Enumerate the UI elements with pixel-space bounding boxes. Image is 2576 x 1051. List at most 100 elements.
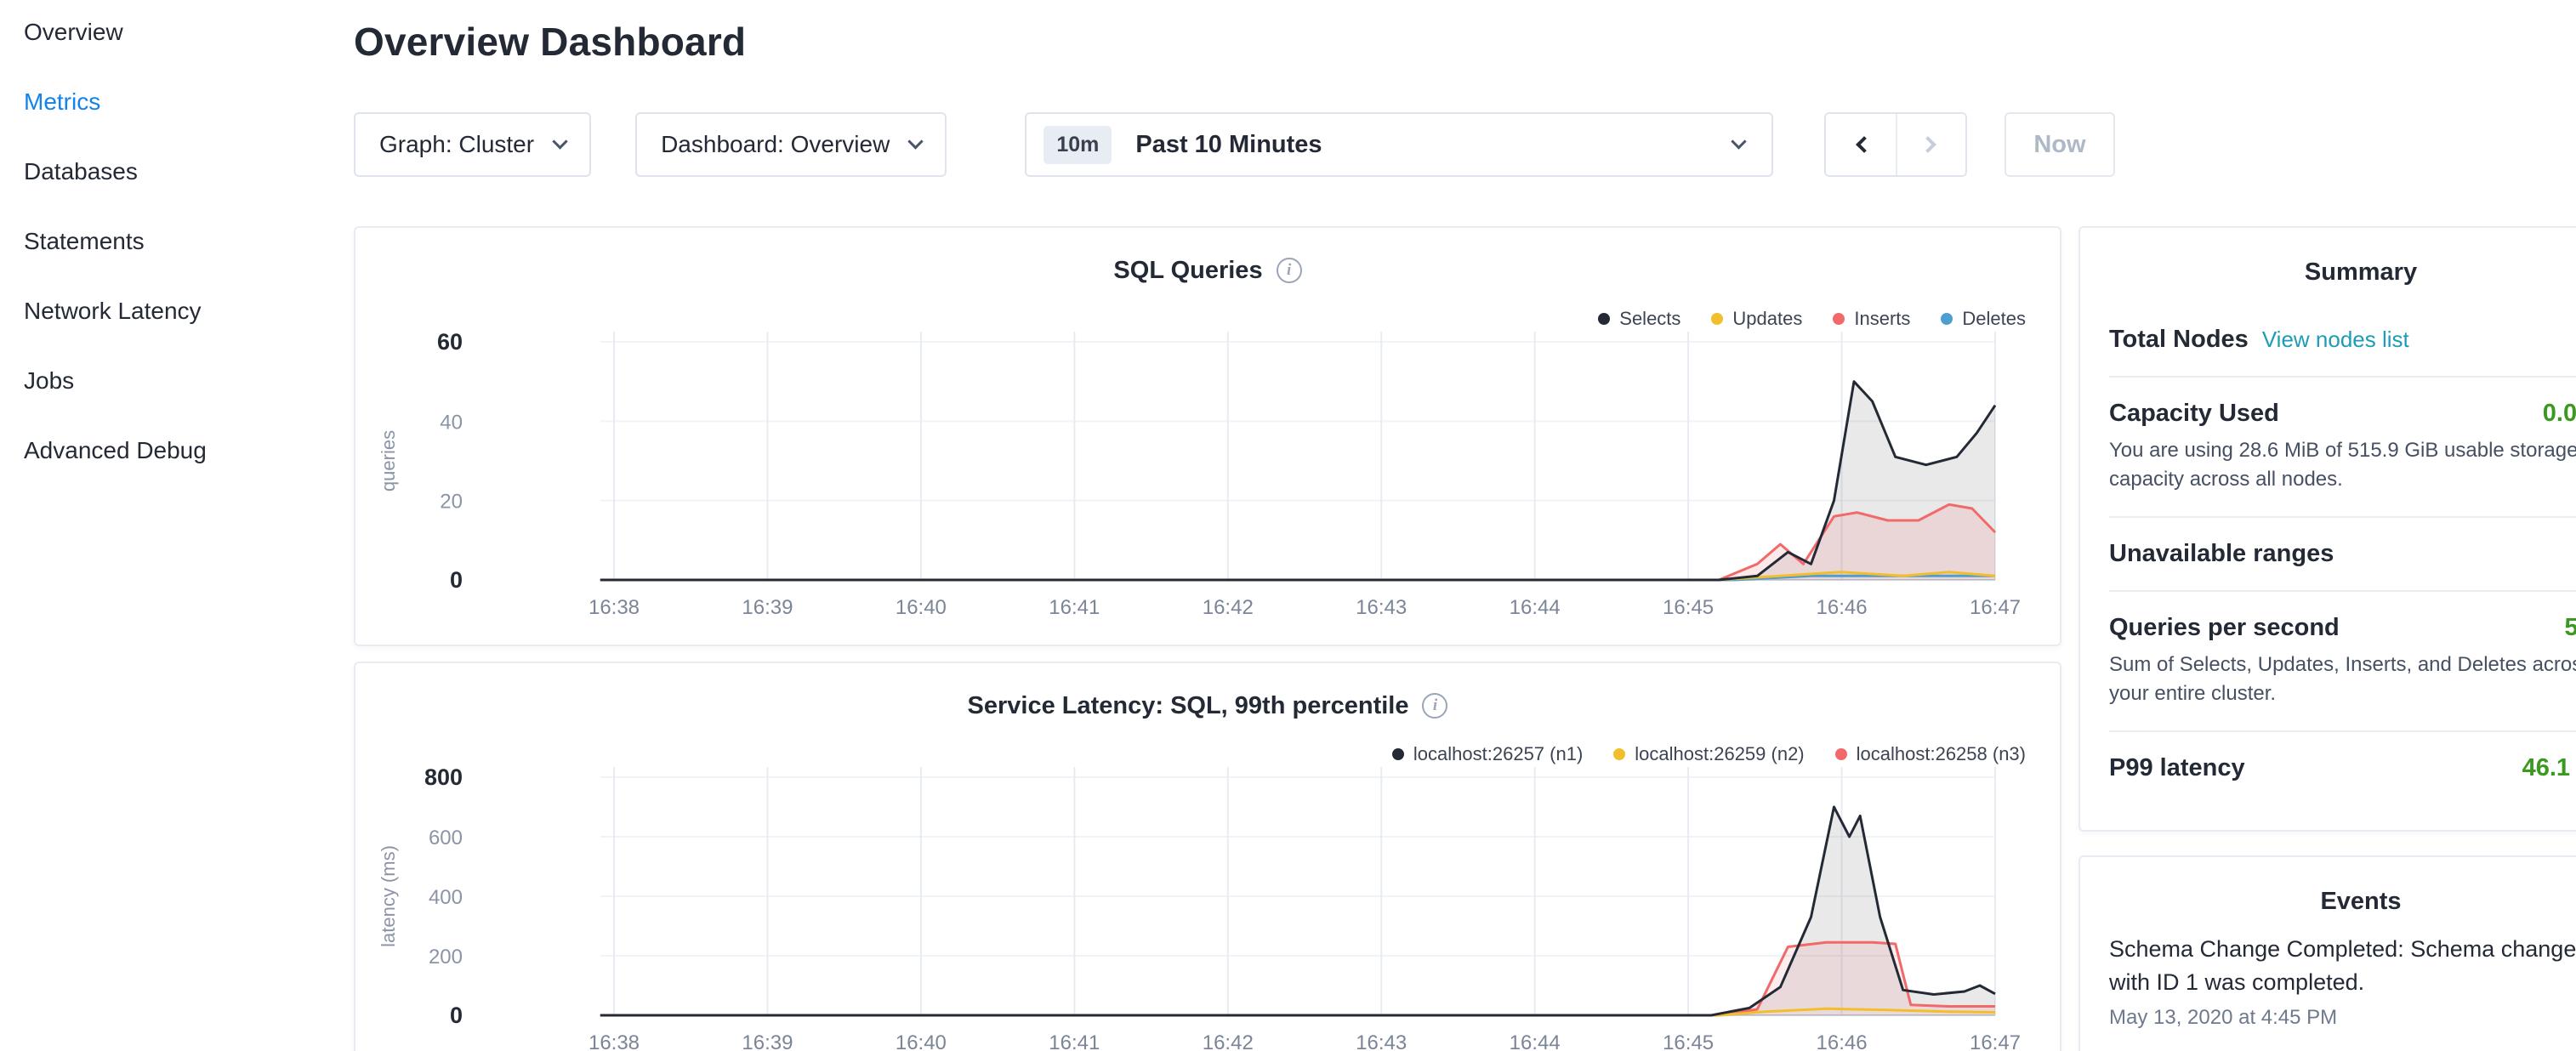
svg-text:16:45: 16:45 <box>1663 1031 1714 1051</box>
svg-text:16:44: 16:44 <box>1510 596 1561 619</box>
sidebar-nav: Overview Metrics Databases Statements Networ… <box>24 15 337 468</box>
sidebar-item-overview[interactable]: Overview <box>24 15 337 49</box>
svg-text:16:43: 16:43 <box>1356 596 1407 619</box>
time-range-dropdown[interactable]: 10m Past 10 Minutes <box>1025 112 1773 177</box>
chart-title: SQL Queries <box>1113 257 1262 285</box>
controls-row: Graph: Cluster Dashboard: Overview 10m P… <box>354 112 2115 177</box>
summary-row-label: Unavailable ranges <box>2109 540 2334 567</box>
summary-row: Unavailable ranges0 <box>2109 516 2576 590</box>
summary-row: Total NodesView nodes list3 <box>2109 304 2576 376</box>
summary-card: Summary Total NodesView nodes list3Capac… <box>2078 226 2576 832</box>
info-icon[interactable]: i <box>1422 693 1447 719</box>
events-card: Events Schema Change Completed: Schema c… <box>2078 855 2576 1051</box>
time-range-badge: 10m <box>1043 126 1112 164</box>
time-nav-group <box>1824 112 1967 177</box>
summary-row-top: Queries per second 59.7 <box>2109 614 2576 642</box>
page-title: Overview Dashboard <box>354 19 746 65</box>
summary-row-top: Unavailable ranges0 <box>2109 540 2576 568</box>
dashboard-dropdown[interactable]: Dashboard: Overview <box>635 112 947 177</box>
summary-row: P99 latency 46.1 ms <box>2109 730 2576 804</box>
svg-text:16:41: 16:41 <box>1049 596 1100 619</box>
summary-rows: Total NodesView nodes list3Capacity Used… <box>2109 304 2576 804</box>
summary-row-label-wrap: P99 latency <box>2109 754 2245 782</box>
event-item[interactable]: Schema Change Completed: Schema change w… <box>2109 933 2576 1030</box>
summary-row-label-wrap: Unavailable ranges <box>2109 540 2334 568</box>
info-icon[interactable]: i <box>1277 258 1302 283</box>
chart-title-row: Service Latency: SQL, 99th percentile i <box>355 687 2060 724</box>
svg-text:16:47: 16:47 <box>1970 596 2021 619</box>
chevron-right-icon <box>1919 136 1936 153</box>
right-panel: Summary Total NodesView nodes list3Capac… <box>2078 226 2576 1051</box>
chart-card: SQL QueriesiSelectsUpdatesInsertsDeletes… <box>354 226 2061 646</box>
graph-dropdown[interactable]: Graph: Cluster <box>354 112 591 177</box>
svg-text:16:38: 16:38 <box>589 1031 640 1051</box>
chart-plot: 020406016:3816:3916:4016:4116:4216:4316:… <box>355 308 2061 629</box>
svg-text:16:45: 16:45 <box>1663 596 1714 619</box>
now-button[interactable]: Now <box>2005 112 2114 177</box>
summary-row-link[interactable]: View nodes list <box>2262 327 2409 352</box>
summary-row-label-wrap: Capacity Used <box>2109 400 2279 428</box>
time-next-button[interactable] <box>1896 114 1965 175</box>
summary-row-label: Queries per second <box>2109 614 2340 641</box>
chart-card: Service Latency: SQL, 99th percentileilo… <box>354 662 2061 1051</box>
svg-text:queries: queries <box>378 430 399 491</box>
svg-text:20: 20 <box>440 491 463 514</box>
chevron-down-icon <box>908 134 924 149</box>
summary-row-label-wrap: Total Nodes View nodes list <box>2109 326 2409 354</box>
sidebar-item-network-latency[interactable]: Network Latency <box>24 294 337 328</box>
dashboard-dropdown-label: Dashboard: Overview <box>661 131 890 158</box>
summary-row: Queries per second 59.7 Sum of Selects, Up… <box>2109 590 2576 730</box>
svg-text:16:43: 16:43 <box>1356 1031 1407 1051</box>
summary-row-label: Total Nodes <box>2109 326 2249 353</box>
summary-row-label-wrap: Queries per second <box>2109 614 2340 642</box>
charts-column: SQL QueriesiSelectsUpdatesInsertsDeletes… <box>354 226 2061 1051</box>
svg-text:16:39: 16:39 <box>742 596 793 619</box>
svg-text:16:41: 16:41 <box>1049 1031 1100 1051</box>
app-root: Overview Metrics Databases Statements Networ… <box>0 0 2576 1051</box>
svg-text:latency (ms): latency (ms) <box>378 845 399 947</box>
svg-text:16:46: 16:46 <box>1817 596 1868 619</box>
sidebar-item-databases[interactable]: Databases <box>24 155 337 189</box>
graph-dropdown-label: Graph: Cluster <box>379 131 534 158</box>
events-list: Schema Change Completed: Schema change w… <box>2109 933 2576 1030</box>
svg-text:16:39: 16:39 <box>742 1031 793 1051</box>
svg-text:400: 400 <box>429 886 463 909</box>
summary-row-description: You are using 28.6 MiB of 515.9 GiB usab… <box>2109 436 2576 494</box>
svg-text:800: 800 <box>424 764 463 790</box>
svg-text:16:47: 16:47 <box>1970 1031 2021 1051</box>
summary-row-value: 0.01% <box>2543 400 2576 428</box>
summary-row-top: Total NodesView nodes list3 <box>2109 326 2576 354</box>
time-range-label: Past 10 Minutes <box>1135 131 1322 159</box>
time-prev-button[interactable] <box>1826 114 1896 175</box>
svg-text:16:38: 16:38 <box>589 596 640 619</box>
summary-row-label: Capacity Used <box>2109 400 2279 427</box>
summary-row-top: Capacity Used 0.01% <box>2109 400 2576 428</box>
sidebar-item-jobs[interactable]: Jobs <box>24 364 337 398</box>
sidebar-item-statements[interactable]: Statements <box>24 224 337 258</box>
svg-text:16:40: 16:40 <box>896 596 947 619</box>
event-timestamp: May 13, 2020 at 4:45 PM <box>2109 1006 2576 1030</box>
svg-text:60: 60 <box>437 329 463 355</box>
summary-row-value: 59.7 <box>2565 614 2576 642</box>
events-title: Events <box>2109 888 2576 916</box>
sidebar-item-advanced-debug[interactable]: Advanced Debug <box>24 434 337 468</box>
summary-row-description: Sum of Selects, Updates, Inserts, and De… <box>2109 650 2576 708</box>
chevron-down-icon <box>552 134 567 149</box>
svg-text:0: 0 <box>450 567 463 593</box>
summary-row-value: 46.1 ms <box>2522 754 2576 782</box>
svg-text:200: 200 <box>429 946 463 969</box>
chart-plot: 020040060080016:3816:3916:4016:4116:4216… <box>355 743 2061 1051</box>
svg-text:16:42: 16:42 <box>1203 596 1254 619</box>
svg-text:16:44: 16:44 <box>1510 1031 1561 1051</box>
summary-title: Summary <box>2109 258 2576 287</box>
svg-text:16:46: 16:46 <box>1817 1031 1868 1051</box>
svg-text:600: 600 <box>429 827 463 849</box>
event-message: Schema Change Completed: Schema change w… <box>2109 933 2576 999</box>
chart-title: Service Latency: SQL, 99th percentile <box>968 692 1409 720</box>
chevron-down-icon <box>1732 134 1747 149</box>
chevron-left-icon <box>1856 136 1873 153</box>
summary-row-label: P99 latency <box>2109 754 2245 781</box>
sidebar: Overview Metrics Databases Statements Networ… <box>0 0 337 1051</box>
summary-row: Capacity Used 0.01% You are using 28.6 MiB… <box>2109 376 2576 516</box>
sidebar-item-metrics[interactable]: Metrics <box>24 85 337 119</box>
